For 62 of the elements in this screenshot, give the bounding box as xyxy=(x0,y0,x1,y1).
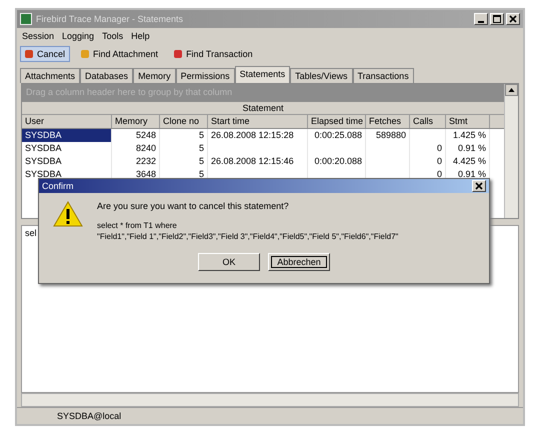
column-header[interactable]: Fetches xyxy=(366,115,410,128)
tab[interactable]: Transactions xyxy=(352,68,414,83)
table-cell: 26.08.2008 12:15:46 xyxy=(208,155,308,168)
dialog-button[interactable]: Abbrechen xyxy=(268,253,330,271)
table-cell: 26.08.2008 12:15:28 xyxy=(208,129,308,142)
table-cell: 5 xyxy=(160,142,208,155)
menu-item[interactable]: Help xyxy=(128,31,153,41)
scroll-up-icon[interactable] xyxy=(505,84,518,96)
table-cell: 2232 xyxy=(112,155,160,168)
table-cell: 0:00:20.088 xyxy=(308,155,366,168)
column-header[interactable]: Calls xyxy=(410,115,446,128)
tab[interactable]: Permissions xyxy=(176,68,235,83)
table-cell: 5 xyxy=(160,155,208,168)
maximize-icon xyxy=(493,15,501,23)
scrollbar[interactable] xyxy=(21,393,519,407)
tab[interactable]: Attachments xyxy=(20,68,80,83)
table-cell: 1.425 % xyxy=(446,129,490,142)
menu-item[interactable]: Logging xyxy=(59,31,98,41)
table-cell: 5 xyxy=(160,129,208,142)
minimize-button[interactable] xyxy=(474,13,488,25)
close-button[interactable] xyxy=(506,13,520,25)
maximize-button[interactable] xyxy=(490,13,504,25)
band-header: Statement xyxy=(22,102,504,115)
table-cell: 0 xyxy=(410,142,446,155)
column-header[interactable]: Clone no xyxy=(160,115,208,128)
dialog-button[interactable]: OK xyxy=(198,253,260,271)
table-cell: 4.425 % xyxy=(446,155,490,168)
tab[interactable]: Databases xyxy=(80,68,134,83)
table-cell: 5248 xyxy=(112,129,160,142)
tab[interactable]: Statements xyxy=(234,66,290,83)
tab[interactable]: Tables/Views xyxy=(290,68,352,83)
dialog-message: Are you sure you want to cancel this statement? xyxy=(97,201,290,211)
menu-item[interactable]: Tools xyxy=(99,31,126,41)
table-cell: SYSDBA xyxy=(22,142,112,155)
close-icon xyxy=(509,15,517,23)
table-cell: 0:00:25.088 xyxy=(308,129,366,142)
toolbar-button[interactable]: Find Transaction xyxy=(169,46,258,62)
column-header[interactable]: Elapsed time xyxy=(308,115,366,128)
toolbar-button[interactable]: Cancel xyxy=(20,46,70,62)
close-button[interactable] xyxy=(472,180,486,192)
dialog-title: Confirm xyxy=(42,181,74,191)
close-icon xyxy=(475,182,483,190)
warning-icon xyxy=(53,201,83,227)
column-header[interactable]: Start time xyxy=(208,115,308,128)
table-cell: SYSDBA xyxy=(22,155,112,168)
table-cell: 0.91 % xyxy=(446,142,490,155)
table-cell: SYSDBA xyxy=(22,129,112,142)
column-header[interactable]: User xyxy=(22,115,112,128)
app-icon xyxy=(20,13,32,25)
scrollbar[interactable] xyxy=(504,84,518,218)
tab[interactable]: Memory xyxy=(133,68,176,83)
table-cell: 0 xyxy=(410,155,446,168)
status-text: SYSDBA@local xyxy=(57,411,122,421)
column-header[interactable]: Stmt xyxy=(446,115,490,128)
menu-item[interactable]: Session xyxy=(19,31,58,41)
sql-text: "Field1","Field 1","Field2","Field3","Field 3","Field4","Field5","Field 5","Field6","Field7" xyxy=(97,232,398,241)
column-header[interactable]: Memory xyxy=(112,115,160,128)
table-cell: 8240 xyxy=(112,142,160,155)
editor-text: sel xyxy=(24,227,38,240)
table-cell: 589880 xyxy=(366,129,410,142)
window-title: Firebird Trace Manager - Statements xyxy=(36,14,184,24)
toolbar-button[interactable]: Find Attachment xyxy=(76,46,164,62)
